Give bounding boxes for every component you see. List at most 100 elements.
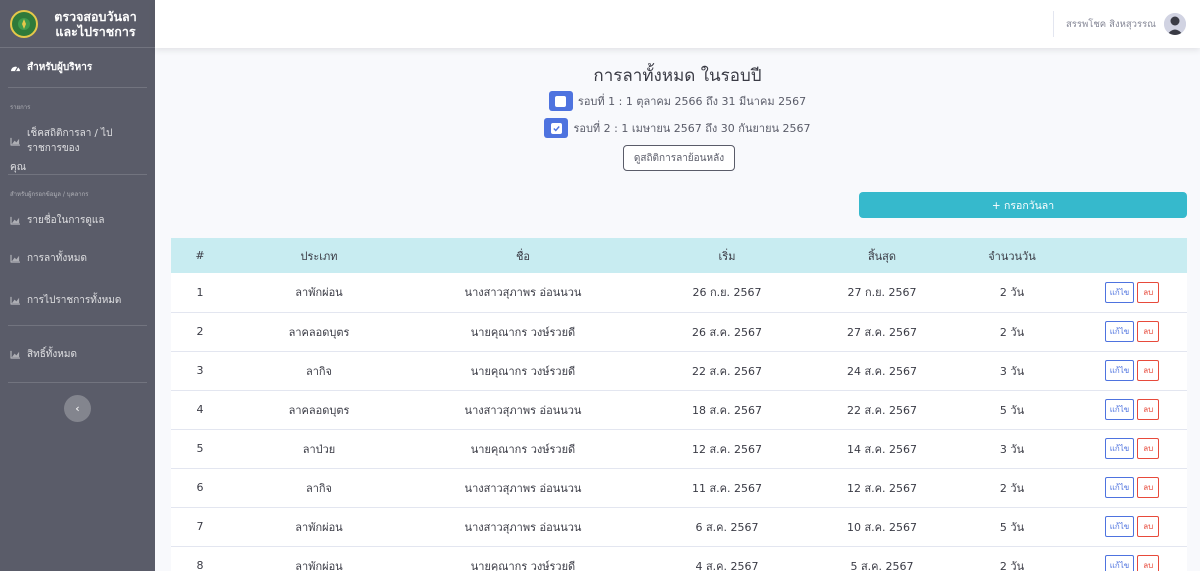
sidebar: ตรวจสอบวันลา และไปราชการ สำหรับผู้บริหาร… <box>0 0 155 571</box>
column-header: ชื่อ <box>515 249 531 263</box>
cell-start: 4 ส.ค. 2567 <box>695 559 759 571</box>
history-stats-button[interactable]: ดูสถิติการลาย้อนหลัง <box>623 145 735 171</box>
sidebar-item-label: สำหรับผู้บริหาร <box>27 62 93 73</box>
edit-button[interactable]: แก้ไข <box>1104 281 1135 303</box>
cell-days: 5 วัน <box>999 403 1025 417</box>
chart-area-icon <box>10 296 20 305</box>
round-2-checkbox[interactable] <box>544 118 569 138</box>
cell-days: 3 วัน <box>999 364 1025 378</box>
column-header: ประเภท <box>300 249 338 263</box>
sidebar-item-rights[interactable]: สิทธิ์ทั้งหมด <box>0 326 155 382</box>
edit-button[interactable]: แก้ไข <box>1104 516 1135 537</box>
cell-actions: แก้ไข ลบ <box>1077 546 1187 571</box>
cell-start: 26 ส.ค. 2567 <box>691 325 763 339</box>
sidebar-item-label: เช็คสถิติการลา / ไปราชการของ <box>27 128 113 154</box>
sidebar-item-people[interactable]: รายชื่อในการดูแล <box>0 203 155 237</box>
table-row: 6 ลากิจ นางสาวสุภาพร อ่อนนวน 11 ส.ค. 256… <box>171 468 1187 507</box>
cell-end: 24 ส.ค. 2567 <box>846 364 918 378</box>
chart-area-icon <box>10 137 20 146</box>
edit-button[interactable]: แก้ไข <box>1104 477 1135 498</box>
cell-number: 2 <box>196 325 204 338</box>
cell-type: ลาป่วย <box>302 442 336 456</box>
delete-button[interactable]: ลบ <box>1137 438 1160 459</box>
unchecked-box-icon <box>555 95 567 107</box>
cell-actions: แก้ไข ลบ <box>1077 507 1187 546</box>
sidebar-item-dashboard[interactable]: สำหรับผู้บริหาร <box>8 48 147 88</box>
delete-button[interactable]: ลบ <box>1137 281 1160 303</box>
chevron-left-icon: ‹ <box>75 402 80 415</box>
sidebar-heading: สำหรับผู้กรอกข้อมูล / บุคลากร <box>10 191 89 198</box>
delete-button[interactable]: ลบ <box>1137 555 1160 571</box>
cell-end: 14 ส.ค. 2567 <box>846 442 918 456</box>
avatar[interactable] <box>1164 13 1186 35</box>
sidebar-item-all-leave[interactable]: การลาทั้งหมด <box>0 237 155 279</box>
cell-name: นายคุณากร วงษ์รวยดี <box>470 559 576 571</box>
chart-area-icon <box>10 350 20 359</box>
page-title: การลาทั้งหมด ในรอบปี <box>593 66 762 86</box>
delete-button[interactable]: ลบ <box>1137 321 1160 342</box>
cell-type: ลาพักผ่อน <box>295 286 343 300</box>
cell-type: ลาคลอดบุตร <box>288 403 350 417</box>
cell-name: นายคุณากร วงษ์รวยดี <box>470 325 576 339</box>
delete-button[interactable]: ลบ <box>1137 360 1160 381</box>
sidebar-item-my-stats[interactable]: เช็คสถิติการลา / ไปราชการของ คุณ <box>0 126 155 173</box>
cell-actions: แก้ไข ลบ <box>1077 312 1187 351</box>
delete-button[interactable]: ลบ <box>1137 399 1160 420</box>
cell-number: 6 <box>196 481 204 494</box>
cell-start: 6 ส.ค. 2567 <box>695 520 759 534</box>
leave-table: # ประเภท ชื่อ เริ่ม สิ้นสุด จำนวนวัน 1 ล… <box>171 238 1187 571</box>
cell-days: 2 วัน <box>999 559 1025 571</box>
brand-text: ตรวจสอบวันลา และไปราชการ <box>46 9 145 39</box>
cell-type: ลาพักผ่อน <box>295 520 343 534</box>
sidebar-toggle-button[interactable]: ‹ <box>64 395 91 422</box>
cell-actions: แก้ไข ลบ <box>1077 468 1187 507</box>
cell-type: ลากิจ <box>305 481 333 495</box>
sidebar-item-label: สิทธิ์ทั้งหมด <box>27 348 77 360</box>
cell-type: ลาพักผ่อน <box>295 559 343 571</box>
table-row: 4 ลาคลอดบุตร นางสาวสุภาพร อ่อนนวน 18 ส.ค… <box>171 390 1187 429</box>
edit-button[interactable]: แก้ไข <box>1104 399 1135 420</box>
sidebar-item-all-official[interactable]: การไปราชการทั้งหมด <box>0 279 155 321</box>
cell-number: 1 <box>196 285 204 299</box>
cell-end: 12 ส.ค. 2567 <box>846 481 918 495</box>
cell-actions: แก้ไข ลบ <box>1077 390 1187 429</box>
delete-button[interactable]: ลบ <box>1137 516 1160 537</box>
sidebar-heading: รายการ <box>10 104 31 111</box>
add-leave-button[interactable]: + กรอกวันลา <box>859 192 1187 218</box>
edit-button[interactable]: แก้ไข <box>1104 360 1135 381</box>
sidebar-item-label-cont: คุณ <box>10 162 26 173</box>
cell-name: นายคุณากร วงษ์รวยดี <box>470 442 576 456</box>
chart-area-icon <box>10 216 20 225</box>
table-row: 2 ลาคลอดบุตร นายคุณากร วงษ์รวยดี 26 ส.ค.… <box>171 312 1187 351</box>
edit-button[interactable]: แก้ไข <box>1104 438 1135 459</box>
table-row: 8 ลาพักผ่อน นายคุณากร วงษ์รวยดี 4 ส.ค. 2… <box>171 546 1187 571</box>
cell-number: 3 <box>196 364 204 377</box>
cell-name: นางสาวสุภาพร อ่อนนวน <box>464 520 582 534</box>
edit-button[interactable]: แก้ไข <box>1104 555 1135 571</box>
cell-name: นางสาวสุภาพร อ่อนนวน <box>464 286 582 300</box>
delete-button[interactable]: ลบ <box>1137 477 1160 498</box>
cell-days: 2 วัน <box>999 481 1025 495</box>
cell-type: ลากิจ <box>305 364 333 378</box>
tachometer-icon <box>11 66 20 72</box>
cell-actions: แก้ไข ลบ <box>1077 273 1187 312</box>
cell-days: 2 วัน <box>999 286 1025 300</box>
round-2-row: รอบที่ 2 : 1 เมษายน 2567 ถึง 30 กันยายน … <box>155 118 1200 138</box>
brand[interactable]: ตรวจสอบวันลา และไปราชการ <box>0 0 155 48</box>
column-header: สิ้นสุด <box>867 249 897 263</box>
sidebar-item-label: รายชื่อในการดูแล <box>27 214 105 226</box>
sidebar-divider <box>8 382 147 383</box>
user-name[interactable]: สรรพโชค สิงหสุวรรณ <box>1066 17 1156 32</box>
chart-area-icon <box>10 254 20 263</box>
edit-button[interactable]: แก้ไข <box>1104 321 1135 342</box>
cell-type: ลาคลอดบุตร <box>288 325 350 339</box>
main-content: การลาทั้งหมด ในรอบปี รอบที่ 1 : 1 ตุลาคม… <box>155 48 1200 571</box>
table-header-row: # ประเภท ชื่อ เริ่ม สิ้นสุด จำนวนวัน <box>171 238 1187 273</box>
cell-actions: แก้ไข ลบ <box>1077 429 1187 468</box>
brand-logo <box>10 9 38 38</box>
cell-start: 18 ส.ค. 2567 <box>691 403 763 417</box>
check-icon <box>550 122 562 134</box>
cell-days: 3 วัน <box>999 442 1025 456</box>
round-1-checkbox[interactable] <box>548 91 573 111</box>
cell-name: นางสาวสุภาพร อ่อนนวน <box>464 403 582 417</box>
